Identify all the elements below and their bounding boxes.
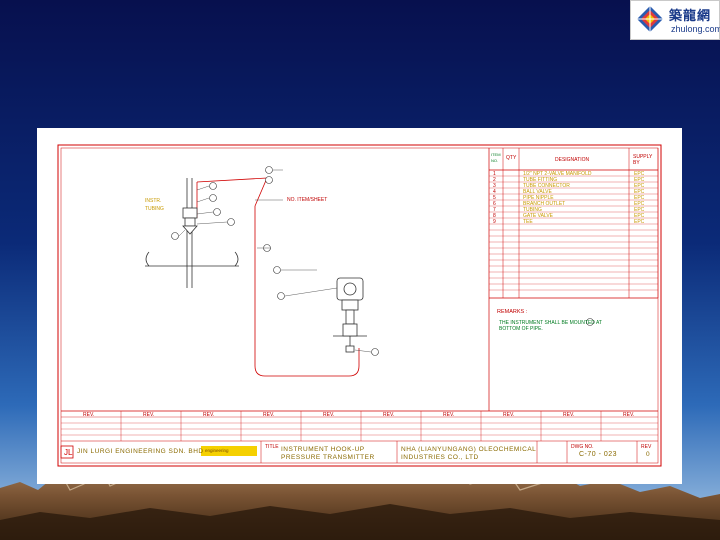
header-item-no: ITEM NO. [491, 152, 501, 163]
client-name-2: INDUSTRIES CO., LTD [401, 454, 479, 461]
title-label: TITLE [265, 444, 279, 450]
row-supply-9: EPC [634, 219, 645, 225]
dwg-no-label: DWG NO. [571, 444, 594, 450]
row-desc-9: TEE [523, 219, 533, 225]
rev-no: 0 [646, 451, 651, 458]
rev-col-4: REV. [263, 412, 275, 418]
rev-col-3: REV. [203, 412, 215, 418]
rev-col-5: REV. [323, 412, 335, 418]
row-no-9: 9 [493, 219, 496, 225]
side-note-1: INSTR. [145, 198, 162, 204]
rev-col-2: REV. [143, 412, 155, 418]
dwg-no: C-70 - 023 [579, 451, 618, 458]
zhulong-logo[interactable]: 築龍網 zhulong.com [630, 0, 720, 40]
rev-label: REV [641, 444, 652, 450]
callout-label: NO. ITEM/SHEET [287, 197, 328, 203]
client-name-1: NHA (LIANYUNGANG) OLEOCHEMICAL [401, 446, 537, 453]
drawing-title-1: INSTRUMENT HOOK-UP [281, 446, 365, 453]
drawing-title-2: PRESSURE TRANSMITTER [281, 454, 375, 461]
side-note-2: TUBING [145, 206, 164, 212]
rev-col-8: REV. [503, 412, 515, 418]
logo-url-text: zhulong.com [671, 24, 720, 34]
rev-col-1: REV. [83, 412, 95, 418]
company-name: JIN LURGI ENGINEERING SDN. BHD [77, 448, 204, 455]
header-qty: QTY [506, 155, 517, 161]
rev-col-10: REV. [623, 412, 635, 418]
rev-col-6: REV. [383, 412, 395, 418]
firm-stamp: engineering [205, 448, 229, 453]
rev-col-7: REV. [443, 412, 455, 418]
remarks-text-2: BOTTOM OF PIPE. [499, 326, 543, 332]
drawing-lines: JL [57, 144, 662, 467]
header-designation: DESIGNATION [555, 157, 590, 163]
svg-text:JL: JL [64, 448, 73, 457]
rev-col-9: REV. [563, 412, 575, 418]
logo-chinese-text: 築龍網 [669, 9, 712, 24]
hookup-drawing-sheet: JL NO. ITEM/SHEET INSTR. TUBING ITEM NO.… [37, 128, 682, 484]
remarks-title: REMARKS : [497, 309, 528, 315]
header-supply: SUPPLY BY [633, 154, 653, 166]
logo-emblem-icon [637, 6, 663, 32]
